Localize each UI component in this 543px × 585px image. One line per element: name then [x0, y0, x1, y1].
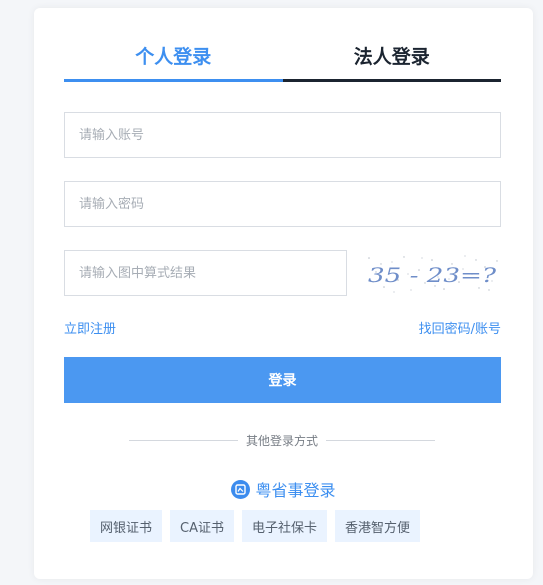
account-input[interactable]: [64, 112, 501, 158]
login-method-chips: 网银证书 CA证书 电子社保卡 香港智方便: [90, 510, 421, 542]
social-security-card-button[interactable]: 电子社保卡: [242, 510, 328, 542]
password-input[interactable]: [64, 181, 501, 227]
guangdong-app-login[interactable]: 粤省事登录: [34, 477, 533, 501]
divider-line-right: [326, 439, 436, 441]
ca-certificate-button[interactable]: CA证书: [170, 510, 234, 542]
guangdong-app-label: 粤省事登录: [255, 481, 336, 500]
divider-line-left: [129, 439, 238, 441]
other-methods-divider: 其他登录方式: [129, 432, 436, 448]
register-link[interactable]: 立即注册: [64, 318, 116, 337]
other-methods-title: 其他登录方式: [246, 433, 319, 448]
iam-smart-button[interactable]: 香港智方便: [335, 510, 421, 542]
login-card: 个人登录 法人登录 35 - 23=? 立即注册 找回密码/账号 登录: [34, 8, 533, 579]
guangdong-app-icon: [231, 479, 251, 499]
recover-password-link[interactable]: 找回密码/账号: [419, 318, 501, 337]
login-tabs: 个人登录 法人登录: [64, 36, 501, 82]
captcha-image[interactable]: 35 - 23=?: [364, 252, 501, 294]
tab-legal-person-login[interactable]: 法人登录: [282, 36, 501, 82]
tab-personal-login[interactable]: 个人登录: [64, 36, 283, 82]
captcha-text: 35 - 23=?: [368, 263, 496, 287]
tab-legal-person-label: 法人登录: [353, 46, 430, 68]
captcha-input[interactable]: [64, 250, 347, 296]
login-button[interactable]: 登录: [64, 357, 501, 403]
bank-certificate-button[interactable]: 网银证书: [90, 510, 163, 542]
tab-personal-label: 个人登录: [135, 46, 212, 68]
